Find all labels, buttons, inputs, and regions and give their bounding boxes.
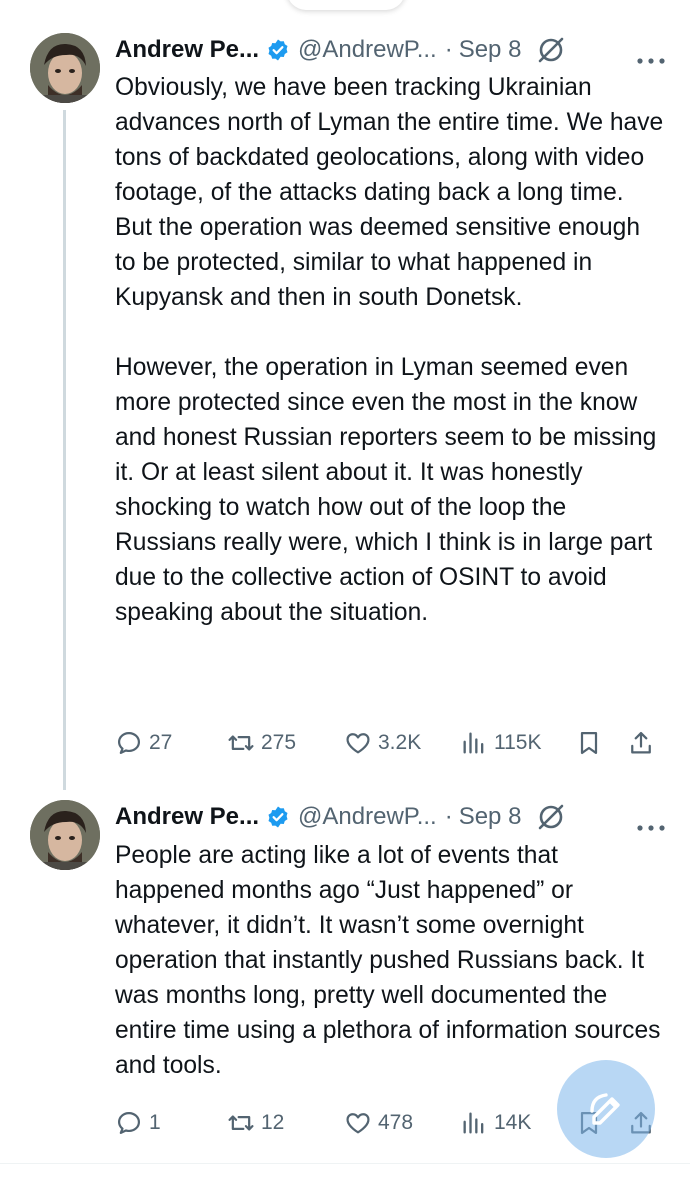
tweet-paragraph: People are acting like a lot of events t… (115, 842, 661, 1079)
reply-icon (117, 731, 141, 755)
action-bar: 27 275 3.2K 115K (115, 725, 660, 761)
like-icon (346, 733, 370, 754)
bookmark-button[interactable] (575, 725, 609, 761)
like-count: 478 (378, 1111, 414, 1134)
views-count: 115K (494, 731, 542, 754)
like-icon (346, 1113, 370, 1134)
author-name[interactable]: Andrew Pe... (115, 36, 259, 64)
tweet-date[interactable]: Sep 8 (459, 36, 522, 64)
tweet-paragraph: However, the operation in Lyman seemed e… (115, 354, 657, 626)
bookmark-icon (580, 731, 598, 755)
like-button[interactable]: 478 (344, 1105, 413, 1141)
views-icon (463, 1112, 484, 1134)
author-handle[interactable]: @AndrewP... (298, 803, 437, 831)
repost-button[interactable]: 275 (227, 725, 296, 761)
tweet-text: People are acting like a lot of events t… (115, 838, 667, 1083)
repost-count: 275 (261, 731, 297, 754)
compose-icon (590, 1093, 620, 1125)
author-name[interactable]: Andrew Pe... (115, 803, 259, 831)
views-button[interactable]: 115K (460, 725, 542, 761)
views-button[interactable]: 14K (460, 1105, 531, 1141)
views-icon (463, 732, 484, 754)
verified-badge-icon (266, 38, 290, 62)
author-handle[interactable]: @AndrewP... (298, 36, 437, 64)
avatar[interactable] (30, 800, 100, 870)
share-icon (631, 731, 651, 754)
repost-button[interactable]: 12 (227, 1105, 284, 1141)
more-icon[interactable] (636, 812, 666, 831)
views-count: 14K (494, 1111, 532, 1134)
share-button[interactable] (627, 725, 661, 761)
like-count: 3.2K (378, 731, 422, 754)
like-button[interactable]: 3.2K (344, 725, 421, 761)
repost-icon (228, 1115, 254, 1131)
tweet-header: Andrew Pe... @AndrewP... · Sep 8 (115, 32, 666, 68)
tweet-paragraph: Obviously, we have been tracking Ukraini… (115, 74, 664, 311)
top-pill[interactable] (287, 0, 405, 10)
more-icon[interactable] (636, 45, 666, 64)
separator-dot: · (444, 36, 453, 63)
separator-dot: · (444, 803, 453, 830)
reply-count: 1 (149, 1111, 161, 1134)
reply-button[interactable]: 27 (115, 725, 172, 761)
thread-line (63, 110, 66, 790)
reply-count: 27 (149, 731, 173, 754)
tweet-header: Andrew Pe... @AndrewP... · Sep 8 (115, 799, 666, 835)
tweet-date[interactable]: Sep 8 (459, 803, 522, 831)
tweet-text: Obviously, we have been tracking Ukraini… (115, 70, 667, 630)
repost-count: 12 (261, 1111, 285, 1134)
grok-icon[interactable] (537, 803, 565, 831)
repost-icon (228, 735, 254, 751)
avatar[interactable] (30, 33, 100, 103)
divider (0, 1163, 690, 1164)
reply-icon (117, 1111, 141, 1135)
grok-icon[interactable] (537, 36, 565, 64)
compose-button[interactable] (557, 1060, 655, 1158)
reply-button[interactable]: 1 (115, 1105, 161, 1141)
verified-badge-icon (266, 805, 290, 829)
